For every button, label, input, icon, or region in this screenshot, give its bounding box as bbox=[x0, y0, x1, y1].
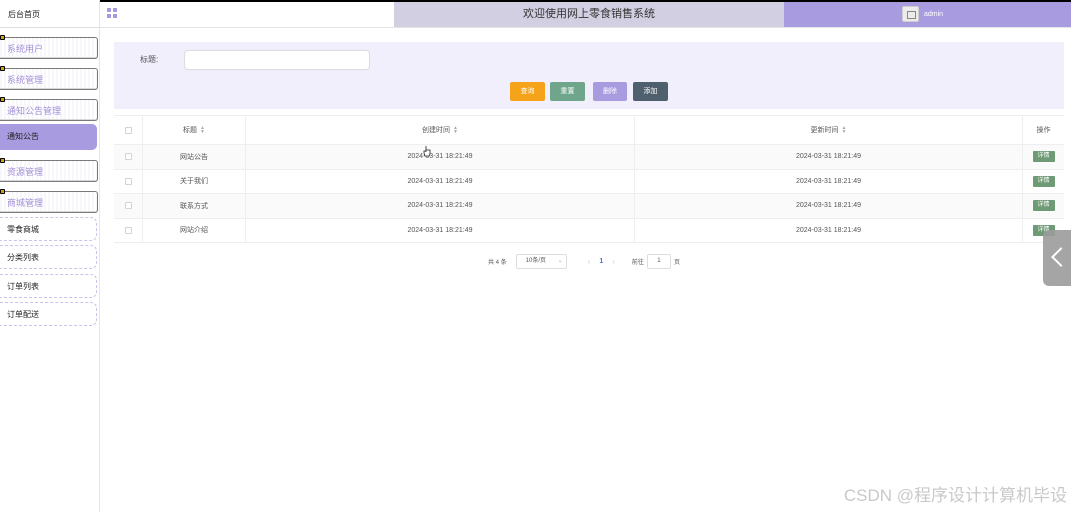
pin-icon bbox=[0, 35, 5, 40]
detail-button[interactable]: 详情 bbox=[1032, 200, 1055, 212]
goto-label: 前往 bbox=[631, 259, 644, 266]
cell-created: 2024-03-31 18:21:49 bbox=[245, 194, 634, 218]
sort-icon[interactable]: ▲ ▼ bbox=[453, 126, 458, 135]
sidebar-group-mall-management[interactable]: 商城管理 bbox=[0, 189, 98, 213]
sidebar-group-label: 通知公告管理 bbox=[7, 106, 62, 116]
prev-page-icon[interactable]: ‹ bbox=[588, 257, 591, 266]
table-row[interactable]: 网站公告 2024-03-31 18:21:49 2024-03-31 18:2… bbox=[114, 145, 1064, 170]
title-label: 标题: bbox=[140, 55, 159, 64]
add-button[interactable]: 添加 bbox=[633, 82, 668, 101]
cell-title: 网站公告 bbox=[142, 145, 245, 169]
avatar-icon[interactable] bbox=[902, 6, 919, 22]
hand-cursor-icon bbox=[423, 146, 431, 157]
sidebar-group-label: 资源管理 bbox=[7, 167, 44, 177]
cell-created: 2024-03-31 18:21:49 bbox=[245, 218, 634, 242]
pin-icon bbox=[0, 158, 5, 163]
goto-page-input[interactable]: 1 bbox=[646, 253, 671, 269]
query-button[interactable]: 查询 bbox=[510, 82, 545, 101]
sidebar-group-system-management[interactable]: 系统管理 bbox=[0, 66, 98, 90]
reset-button[interactable]: 重置 bbox=[550, 82, 585, 101]
column-header-title[interactable]: 标题 ▲ ▼ bbox=[142, 116, 245, 144]
pin-icon bbox=[0, 189, 5, 194]
row-checkbox[interactable] bbox=[124, 202, 132, 210]
detail-button[interactable]: 详情 bbox=[1032, 175, 1055, 187]
cell-title: 网站介绍 bbox=[142, 218, 245, 242]
row-checkbox[interactable] bbox=[124, 153, 132, 161]
column-title-label: 标题 bbox=[183, 127, 198, 134]
sidebar-item-category-list[interactable]: 分类列表 bbox=[0, 245, 97, 269]
sidebar-group-label: 商城管理 bbox=[7, 198, 44, 208]
cell-updated: 2024-03-31 18:21:49 bbox=[634, 194, 1022, 218]
table-header: 标题 ▲ ▼ 创建时间 ▲ ▼ 更新时间 ▲ ▼ 操作 bbox=[114, 115, 1064, 145]
column-header-created[interactable]: 创建时间 ▲ ▼ bbox=[245, 116, 634, 144]
username[interactable]: admin bbox=[924, 2, 943, 27]
notice-table: 标题 ▲ ▼ 创建时间 ▲ ▼ 更新时间 ▲ ▼ 操作 网站公告 2024-03-31… bbox=[114, 115, 1064, 243]
sidebar-group-resource-management[interactable]: 资源管理 bbox=[0, 158, 98, 182]
detail-button[interactable]: 详情 bbox=[1032, 151, 1055, 163]
delete-button[interactable]: 删除 bbox=[593, 82, 627, 101]
grid-menu-icon[interactable] bbox=[107, 8, 117, 18]
sidebar: 后台首页 系统用户 系统管理 通知公告管理 通知公告 资源管理 商城管理 零食商… bbox=[0, 0, 100, 512]
cell-updated: 2024-03-31 18:21:49 bbox=[634, 145, 1022, 169]
column-operation-label: 操作 bbox=[1036, 127, 1051, 134]
sidebar-group-system-users[interactable]: 系统用户 bbox=[0, 35, 98, 59]
header-divider bbox=[100, 27, 1071, 28]
cell-title: 关于我们 bbox=[142, 169, 245, 193]
cell-created: 2024-03-31 18:21:49 bbox=[245, 169, 634, 193]
page-title: 欢迎使用网上零食销售系统 bbox=[394, 2, 784, 27]
sidebar-group-label: 系统管理 bbox=[7, 75, 44, 85]
title-search-input[interactable] bbox=[184, 50, 370, 70]
sort-icon[interactable]: ▲ ▼ bbox=[842, 126, 847, 135]
page-size-value: 10条/页 bbox=[525, 257, 547, 264]
sidebar-item-order-list[interactable]: 订单列表 bbox=[0, 274, 97, 298]
column-header-updated[interactable]: 更新时间 ▲ ▼ bbox=[634, 116, 1022, 144]
sidebar-item-snack-mall[interactable]: 零食商城 bbox=[0, 217, 97, 241]
column-created-label: 创建时间 bbox=[422, 127, 451, 134]
sort-icon[interactable]: ▲ ▼ bbox=[200, 126, 205, 135]
next-page-icon[interactable]: › bbox=[612, 257, 615, 266]
cell-updated: 2024-03-31 18:21:49 bbox=[634, 169, 1022, 193]
row-checkbox[interactable] bbox=[124, 226, 132, 234]
current-page[interactable]: 1 bbox=[599, 258, 603, 265]
page-size-select[interactable]: 10条/页 ⌄ bbox=[515, 253, 567, 269]
table-row[interactable]: 网站介绍 2024-03-31 18:21:49 2024-03-31 18:2… bbox=[114, 218, 1064, 243]
sidebar-item-home[interactable]: 后台首页 bbox=[0, 2, 100, 28]
cell-created: 2024-03-31 18:21:49 bbox=[245, 145, 634, 169]
page-unit-label: 页 bbox=[673, 259, 680, 266]
table-row[interactable]: 关于我们 2024-03-31 18:21:49 2024-03-31 18:2… bbox=[114, 169, 1064, 194]
pin-icon bbox=[0, 66, 5, 71]
table-row[interactable]: 联系方式 2024-03-31 18:21:49 2024-03-31 18:2… bbox=[114, 194, 1064, 219]
watermark: CSDN @程序设计计算机毕设 bbox=[843, 486, 1067, 505]
sidebar-group-notice-management[interactable]: 通知公告管理 bbox=[0, 97, 98, 121]
chevron-down-icon: ⌄ bbox=[557, 257, 563, 264]
sidebar-item-order-delivery[interactable]: 订单配送 bbox=[0, 302, 97, 326]
row-checkbox[interactable] bbox=[124, 177, 132, 185]
user-panel[interactable]: admin bbox=[784, 2, 1071, 27]
table-body: 网站公告 2024-03-31 18:21:49 2024-03-31 18:2… bbox=[114, 145, 1064, 243]
column-header-operation: 操作 bbox=[1022, 116, 1064, 144]
cell-title: 联系方式 bbox=[142, 194, 245, 218]
pagination-total: 共 4 条 bbox=[488, 259, 507, 266]
select-all-checkbox[interactable] bbox=[124, 126, 132, 134]
select-all-cell bbox=[114, 116, 142, 144]
cell-updated: 2024-03-31 18:21:49 bbox=[634, 218, 1022, 242]
sidebar-group-label: 系统用户 bbox=[7, 44, 44, 54]
search-panel: 标题: 查询 重置 删除 添加 bbox=[114, 42, 1064, 109]
sidebar-item-notice[interactable]: 通知公告 bbox=[0, 124, 97, 150]
pin-icon bbox=[0, 97, 5, 102]
pagination: 共 4 条 10条/页 ⌄ ‹ 1 › 前往 1 页 bbox=[488, 253, 680, 269]
collapse-chevron-left-icon[interactable] bbox=[1043, 230, 1071, 286]
column-updated-label: 更新时间 bbox=[810, 127, 839, 134]
